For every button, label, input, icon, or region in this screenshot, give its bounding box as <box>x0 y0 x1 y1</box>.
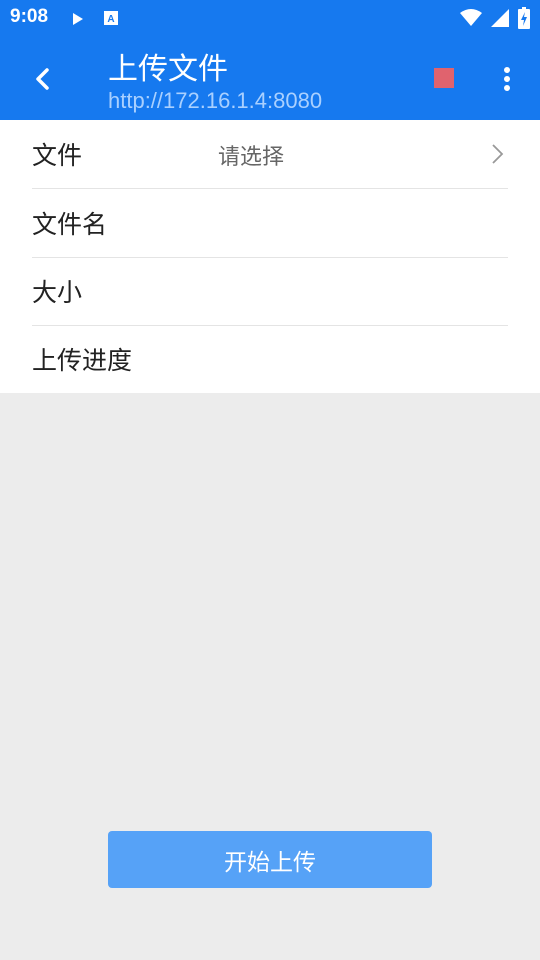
size-row: 大小 <box>32 257 508 326</box>
a-notification-icon: A <box>103 10 119 30</box>
progress-label: 上传进度 <box>32 346 133 375</box>
filename-row: 文件名 <box>32 189 508 258</box>
status-time: 9:08 <box>10 6 49 27</box>
start-upload-button[interactable]: 开始上传 <box>108 831 432 888</box>
file-row[interactable]: 文件 请选择 <box>32 120 508 189</box>
app-bar: 上传文件 http://172.16.1.4:8080 <box>0 38 540 120</box>
server-url: http://172.16.1.4:8080 <box>108 88 323 113</box>
file-select-value[interactable]: 请选择 <box>218 139 284 171</box>
status-bar: 9:08 A <box>0 0 540 38</box>
svg-text:A: A <box>107 14 114 25</box>
play-icon <box>72 11 84 30</box>
battery-charging-icon <box>518 7 530 33</box>
status-right-icons <box>460 7 530 33</box>
chevron-right-icon <box>490 142 504 170</box>
size-label: 大小 <box>32 278 83 307</box>
more-options-button[interactable] <box>496 62 518 96</box>
more-vert-icon <box>504 67 510 91</box>
cell-signal-icon <box>490 8 510 32</box>
wifi-icon <box>460 9 482 31</box>
back-arrow-icon <box>36 68 49 90</box>
file-label: 文件 <box>32 141 83 170</box>
filename-label: 文件名 <box>32 210 108 239</box>
back-button[interactable] <box>28 62 58 96</box>
progress-row: 上传进度 <box>32 325 508 393</box>
page-title: 上传文件 <box>108 53 228 86</box>
stop-button[interactable] <box>434 68 454 88</box>
upload-form: 文件 请选择 文件名 大小 上传进度 <box>0 120 540 393</box>
